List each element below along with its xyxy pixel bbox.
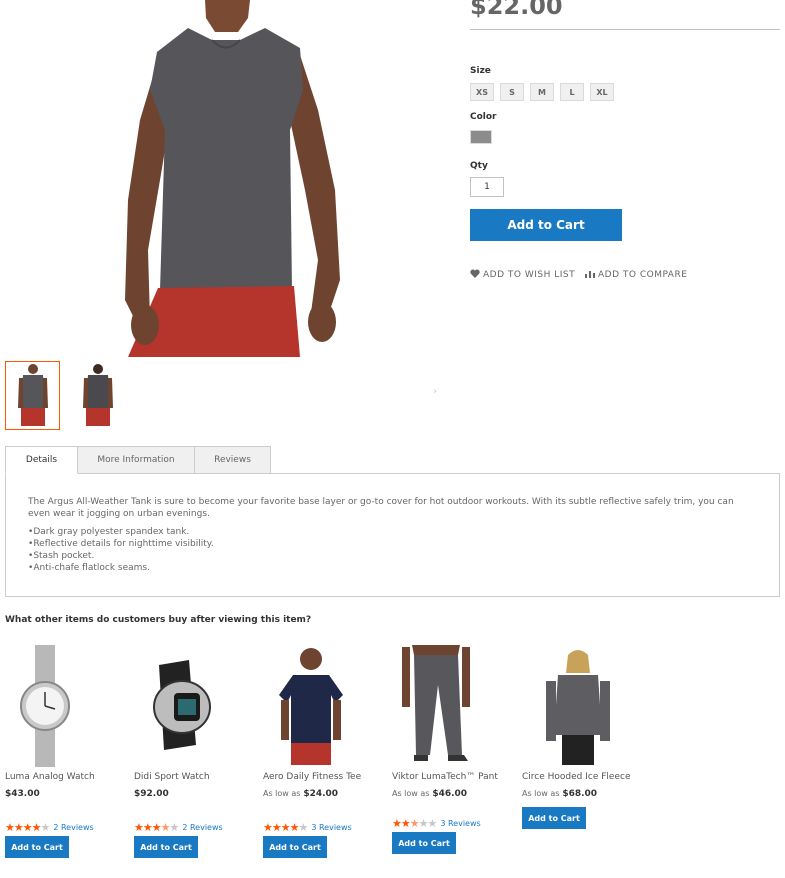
gallery-next-arrow[interactable]: › [433, 386, 437, 397]
compare-label: ADD TO COMPARE [598, 270, 688, 280]
product-image-link[interactable] [392, 645, 514, 767]
product-info-tabs: Details More Information Reviews [5, 446, 271, 474]
reviews-link[interactable]: 2 Reviews [53, 823, 93, 832]
related-product-item: Viktor LumaTech™ Pant As low as $46.00 ★… [392, 645, 514, 854]
reviews-link[interactable]: 2 Reviews [182, 823, 222, 832]
reviews-link[interactable]: 3 Reviews [440, 819, 480, 828]
add-to-compare-link[interactable]: ADD TO COMPARE [585, 269, 687, 281]
details-bullet: Dark gray polyester spandex tank. [28, 526, 757, 538]
add-to-cart-button[interactable]: Add to Cart [470, 209, 622, 241]
product-rating: ★★★★★ 3 Reviews [392, 817, 514, 830]
tab-reviews[interactable]: Reviews [194, 446, 271, 474]
size-swatches: XS S M L XL [470, 83, 614, 101]
product-price: $92.00 [134, 789, 256, 799]
product-price: $22.00 [470, 0, 563, 20]
reviews-link[interactable]: 3 Reviews [311, 823, 351, 832]
rating-stars-icon: ★★★★★ [263, 821, 308, 834]
product-rating: ★★★★★ 3 Reviews [263, 821, 385, 834]
color-option-gray[interactable] [470, 130, 492, 144]
product-name[interactable]: Viktor LumaTech™ Pant [392, 771, 514, 783]
rating-stars-icon: ★★★★★ [134, 821, 179, 834]
rating-stars-icon: ★★★★★ [392, 817, 437, 830]
size-option-s[interactable]: S [500, 83, 524, 101]
compare-icon [585, 269, 595, 281]
product-image-link[interactable] [522, 645, 644, 767]
product-name[interactable]: Luma Analog Watch [5, 771, 127, 783]
tab-details[interactable]: Details [5, 446, 78, 474]
related-product-item: Luma Analog Watch $43.00 ★★★★★ 2 Reviews… [5, 645, 127, 858]
product-name[interactable]: Aero Daily Fitness Tee [263, 771, 385, 783]
add-to-wishlist-link[interactable]: ADD TO WISH LIST [470, 269, 575, 281]
thumbnail-front[interactable] [5, 361, 60, 430]
qty-label: Qty [470, 161, 488, 171]
heart-icon [470, 269, 480, 281]
product-price: As low as $24.00 [263, 789, 385, 799]
add-to-cart-button[interactable]: Add to Cart [522, 807, 586, 829]
product-price-value: $68.00 [562, 789, 598, 799]
product-price: As low as $68.00 [522, 789, 644, 799]
related-product-item: Aero Daily Fitness Tee As low as $24.00 … [263, 645, 385, 858]
add-to-cart-button[interactable]: Add to Cart [392, 832, 456, 854]
product-price: $43.00 [5, 789, 127, 799]
analog-watch-image [20, 645, 70, 767]
product-price-value: $24.00 [303, 789, 339, 799]
rating-stars-icon: ★★★★★ [5, 821, 50, 834]
price-prefix: As low as [522, 789, 560, 798]
price-prefix: As low as [263, 789, 301, 798]
thumbnail-back-image [82, 364, 113, 426]
add-to-cart-button[interactable]: Add to Cart [263, 836, 327, 858]
product-price-value: $46.00 [432, 789, 468, 799]
lumatech-pant-image [402, 645, 470, 761]
details-bullet: Stash pocket. [28, 550, 757, 562]
tab-more-information[interactable]: More Information [77, 446, 195, 474]
details-panel: The Argus All-Weather Tank is sure to be… [5, 473, 780, 597]
sport-watch-image [153, 660, 211, 750]
product-price-value: $43.00 [5, 789, 40, 799]
price-prefix: As low as [392, 789, 430, 798]
product-price-value: $92.00 [134, 789, 169, 799]
main-product-image[interactable] [0, 0, 440, 357]
model-wearing-tank-image [125, 0, 340, 357]
product-image-link[interactable] [263, 645, 385, 767]
product-rating: ★★★★★ 2 Reviews [134, 821, 256, 834]
product-name[interactable]: Didi Sport Watch [134, 771, 256, 783]
details-description: The Argus All-Weather Tank is sure to be… [28, 497, 734, 519]
size-label: Size [470, 66, 491, 76]
hooded-fleece-image [546, 650, 610, 765]
details-bullet: Reflective details for nighttime visibil… [28, 538, 757, 550]
wishlist-label: ADD TO WISH LIST [483, 270, 576, 280]
color-label: Color [470, 112, 497, 122]
size-option-xl[interactable]: XL [590, 83, 614, 101]
related-product-item: Didi Sport Watch $92.00 ★★★★★ 2 Reviews … [134, 645, 256, 858]
size-option-xs[interactable]: XS [470, 83, 494, 101]
size-option-m[interactable]: M [530, 83, 554, 101]
size-option-l[interactable]: L [560, 83, 584, 101]
related-product-item: Circe Hooded Ice Fleece As low as $68.00… [522, 645, 644, 829]
details-bullets: Dark gray polyester spandex tank. Reflec… [28, 526, 757, 574]
price-divider [470, 29, 780, 30]
add-to-cart-button[interactable]: Add to Cart [5, 836, 69, 858]
product-image-link[interactable] [134, 645, 256, 767]
thumbnail-front-image [17, 364, 48, 426]
details-bullet: Anti-chafe flatlock seams. [28, 562, 757, 574]
product-rating: ★★★★★ 2 Reviews [5, 821, 127, 834]
add-to-cart-button[interactable]: Add to Cart [134, 836, 198, 858]
product-image-link[interactable] [5, 645, 127, 767]
fitness-tee-image [279, 648, 343, 765]
product-price: As low as $46.00 [392, 789, 514, 799]
related-products-title: What other items do customers buy after … [5, 615, 312, 625]
gallery-thumbnails [5, 361, 125, 430]
thumbnail-back[interactable] [70, 361, 125, 430]
product-name[interactable]: Circe Hooded Ice Fleece [522, 771, 644, 783]
qty-input[interactable]: 1 [470, 177, 504, 197]
